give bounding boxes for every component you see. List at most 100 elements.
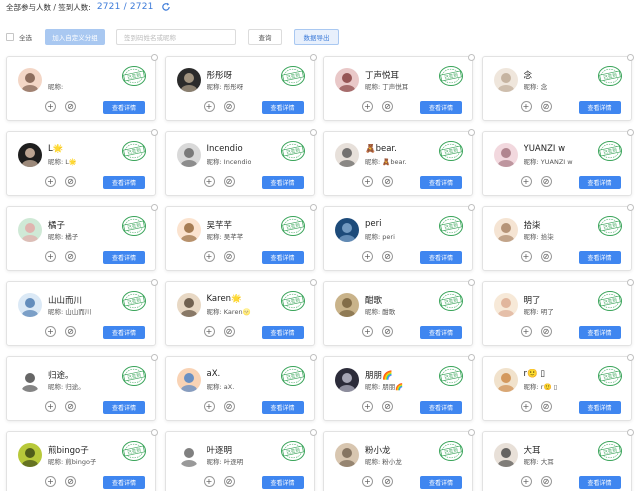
card-select-checkbox[interactable]: [309, 429, 317, 436]
card-select-checkbox[interactable]: [309, 129, 317, 136]
ban-icon[interactable]: ⊘: [223, 176, 235, 187]
view-details-button[interactable]: 查看详情: [420, 401, 462, 414]
plus-icon[interactable]: +: [45, 101, 56, 112]
plus-icon[interactable]: +: [45, 476, 56, 487]
plus-icon[interactable]: +: [362, 251, 373, 262]
plus-icon[interactable]: +: [203, 401, 215, 412]
plus-icon[interactable]: +: [362, 401, 373, 412]
ban-icon[interactable]: ⊘: [382, 326, 393, 337]
ban-icon[interactable]: ⊘: [540, 101, 552, 112]
ban-icon[interactable]: ⊘: [223, 476, 235, 487]
add-to-group-button[interactable]: 加入自定义分组: [45, 29, 105, 45]
ban-icon[interactable]: ⊘: [382, 401, 393, 412]
ban-icon[interactable]: ⊘: [65, 326, 76, 337]
view-details-button[interactable]: 查看详情: [103, 176, 145, 189]
query-button[interactable]: 查询: [248, 29, 282, 45]
view-details-button[interactable]: 查看详情: [261, 101, 304, 114]
card-select-checkbox[interactable]: [468, 279, 475, 286]
plus-icon[interactable]: +: [203, 476, 215, 487]
plus-icon[interactable]: +: [45, 401, 56, 412]
view-details-button[interactable]: 查看详情: [420, 476, 462, 489]
export-button[interactable]: 数据导出: [294, 29, 339, 45]
plus-icon[interactable]: +: [362, 101, 373, 112]
ban-icon[interactable]: ⊘: [382, 476, 393, 487]
ban-icon[interactable]: ⊘: [65, 251, 76, 262]
view-details-button[interactable]: 查看详情: [103, 251, 145, 264]
plus-icon[interactable]: +: [203, 176, 215, 187]
view-details-button[interactable]: 查看详情: [578, 476, 621, 489]
card-select-checkbox[interactable]: [309, 54, 317, 61]
view-details-button[interactable]: 查看详情: [578, 401, 621, 414]
ban-icon[interactable]: ⊘: [382, 251, 393, 262]
ban-icon[interactable]: ⊘: [65, 101, 76, 112]
plus-icon[interactable]: +: [520, 476, 532, 487]
plus-icon[interactable]: +: [362, 326, 373, 337]
ban-icon[interactable]: ⊘: [223, 326, 235, 337]
card-select-checkbox[interactable]: [151, 429, 158, 436]
ban-icon[interactable]: ⊘: [540, 326, 552, 337]
plus-icon[interactable]: +: [203, 251, 215, 262]
ban-icon[interactable]: ⊘: [382, 101, 393, 112]
plus-icon[interactable]: +: [45, 176, 56, 187]
card-select-checkbox[interactable]: [468, 429, 475, 436]
ban-icon[interactable]: ⊘: [223, 101, 235, 112]
view-details-button[interactable]: 查看详情: [103, 326, 145, 339]
ban-icon[interactable]: ⊘: [65, 476, 76, 487]
view-details-button[interactable]: 查看详情: [578, 101, 621, 114]
ban-icon[interactable]: ⊘: [223, 251, 235, 262]
card-select-checkbox[interactable]: [151, 204, 158, 211]
card-select-checkbox[interactable]: [151, 279, 158, 286]
plus-icon[interactable]: +: [520, 176, 532, 187]
plus-icon[interactable]: +: [520, 101, 532, 112]
plus-icon[interactable]: +: [520, 326, 532, 337]
ban-icon[interactable]: ⊘: [65, 176, 76, 187]
card-select-checkbox[interactable]: [626, 279, 634, 286]
card-select-checkbox[interactable]: [151, 354, 158, 361]
view-details-button[interactable]: 查看详情: [420, 326, 462, 339]
view-details-button[interactable]: 查看详情: [578, 251, 621, 264]
card-select-checkbox[interactable]: [151, 129, 158, 136]
card-select-checkbox[interactable]: [626, 54, 634, 61]
view-details-button[interactable]: 查看详情: [578, 326, 621, 339]
plus-icon[interactable]: +: [520, 251, 532, 262]
ban-icon[interactable]: ⊘: [540, 401, 552, 412]
view-details-button[interactable]: 查看详情: [420, 176, 462, 189]
ban-icon[interactable]: ⊘: [540, 251, 552, 262]
card-select-checkbox[interactable]: [468, 129, 475, 136]
card-select-checkbox[interactable]: [626, 204, 634, 211]
view-details-button[interactable]: 查看详情: [578, 176, 621, 189]
select-all-label[interactable]: 全选: [19, 32, 32, 42]
card-select-checkbox[interactable]: [309, 279, 317, 286]
search-input[interactable]: 签到码姓名或昵称: [116, 29, 236, 45]
card-select-checkbox[interactable]: [626, 129, 634, 136]
view-details-button[interactable]: 查看详情: [261, 476, 304, 489]
ban-icon[interactable]: ⊘: [540, 476, 552, 487]
view-details-button[interactable]: 查看详情: [420, 101, 462, 114]
card-select-checkbox[interactable]: [309, 354, 317, 361]
select-all-checkbox[interactable]: [6, 33, 14, 41]
view-details-button[interactable]: 查看详情: [420, 251, 462, 264]
view-details-button[interactable]: 查看详情: [103, 101, 145, 114]
plus-icon[interactable]: +: [203, 326, 215, 337]
ban-icon[interactable]: ⊘: [382, 176, 393, 187]
view-details-button[interactable]: 查看详情: [261, 251, 304, 264]
card-select-checkbox[interactable]: [468, 354, 475, 361]
card-select-checkbox[interactable]: [151, 54, 158, 61]
view-details-button[interactable]: 查看详情: [103, 401, 145, 414]
card-select-checkbox[interactable]: [309, 204, 317, 211]
plus-icon[interactable]: +: [203, 101, 215, 112]
card-select-checkbox[interactable]: [468, 54, 475, 61]
card-select-checkbox[interactable]: [626, 354, 634, 361]
card-select-checkbox[interactable]: [626, 429, 634, 436]
refresh-icon[interactable]: [161, 2, 171, 12]
ban-icon[interactable]: ⊘: [223, 401, 235, 412]
view-details-button[interactable]: 查看详情: [261, 326, 304, 339]
view-details-button[interactable]: 查看详情: [103, 476, 145, 489]
view-details-button[interactable]: 查看详情: [261, 401, 304, 414]
plus-icon[interactable]: +: [520, 401, 532, 412]
ban-icon[interactable]: ⊘: [65, 401, 76, 412]
ban-icon[interactable]: ⊘: [540, 176, 552, 187]
plus-icon[interactable]: +: [45, 326, 56, 337]
view-details-button[interactable]: 查看详情: [261, 176, 304, 189]
plus-icon[interactable]: +: [362, 476, 373, 487]
